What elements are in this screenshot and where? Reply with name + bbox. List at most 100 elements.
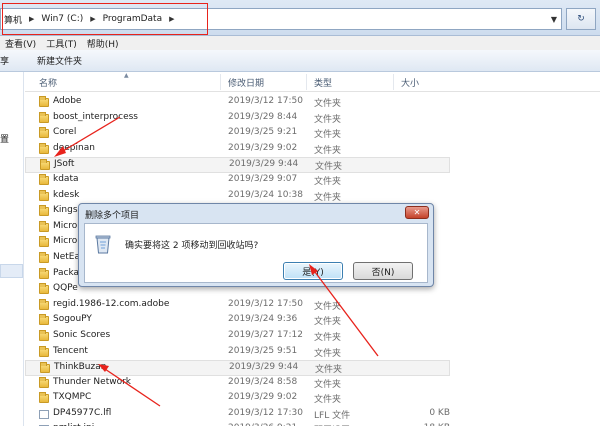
no-button[interactable]: 否(N) xyxy=(353,262,413,280)
folder-icon xyxy=(39,96,49,107)
file-row[interactable]: Corel 2019/3/25 9:21 文件夹 xyxy=(25,126,600,142)
folder-icon xyxy=(39,392,49,404)
file-row[interactable]: ThinkBuzan 2019/3/29 9:44 文件夹 xyxy=(25,360,450,376)
file-row[interactable]: deepinan 2019/3/29 9:02 文件夹 xyxy=(25,142,600,158)
yes-button[interactable]: 是(Y) xyxy=(283,262,343,280)
column-name[interactable]: 名称 xyxy=(39,76,57,89)
column-divider[interactable] xyxy=(306,74,307,90)
folder-icon xyxy=(39,314,49,326)
delete-confirm-dialog: 删除多个项目 ✕ 确实要将这 2 项移动到回收站吗? 是(Y) 否(N) xyxy=(78,203,434,287)
file-name: TXQMPC xyxy=(53,392,92,403)
sort-ascending-icon: ▲ xyxy=(124,72,129,79)
file-row[interactable]: Sonic Scores 2019/3/27 17:12 文件夹 xyxy=(25,329,600,345)
column-date[interactable]: 修改日期 xyxy=(228,76,264,89)
file-row[interactable]: Tencent 2019/3/25 9:51 文件夹 xyxy=(25,345,600,361)
folder-icon xyxy=(39,205,49,217)
folder-icon xyxy=(39,345,49,357)
file-type: 文件夹 xyxy=(314,379,342,390)
folder-icon xyxy=(39,298,49,310)
file-row[interactable]: kdesk 2019/3/24 10:38 文件夹 xyxy=(25,189,600,205)
file-name: JSoft xyxy=(54,159,75,170)
file-row[interactable]: TXQMPC 2019/3/29 9:02 文件夹 xyxy=(25,391,600,407)
file-date: 2019/3/29 9:44 xyxy=(229,362,299,373)
file-date: 2019/3/29 9:07 xyxy=(228,173,298,184)
file-name: Sonic Scores xyxy=(53,329,111,340)
navigation-pane[interactable]: 置 xyxy=(0,72,24,426)
folder-icon xyxy=(39,329,49,341)
file-type: 文件夹 xyxy=(314,176,342,187)
file-row[interactable]: Thunder Network 2019/3/24 8:58 文件夹 xyxy=(25,376,600,392)
menu-help[interactable]: 帮助(H) xyxy=(82,37,124,50)
toolbar-share-button[interactable]: 享 xyxy=(0,54,19,67)
column-header: ▲ 名称 修改日期 类型 大小 xyxy=(25,72,600,92)
folder-icon xyxy=(39,142,49,154)
file-name: NetEa xyxy=(53,251,80,262)
folder-icon xyxy=(39,376,49,388)
file-date: 2019/3/27 17:12 xyxy=(228,329,303,340)
address-bar: 算机 ▶ Win7 (C:) ▶ ProgramData ▶ ▼ ↻ xyxy=(0,0,600,36)
toolbar-new-folder-button[interactable]: 新建文件夹 xyxy=(19,54,92,67)
folder-icon xyxy=(40,159,50,171)
file-row[interactable]: Adobe 2019/3/12 17:50 文件夹 xyxy=(25,95,600,111)
file-type: 文件夹 xyxy=(314,348,342,359)
column-type[interactable]: 类型 xyxy=(314,76,332,89)
annotation-highlight-box xyxy=(2,3,208,35)
file-name: Corel xyxy=(53,127,77,138)
file-date: 2019/3/24 9:36 xyxy=(228,314,298,325)
file-type: 文件夹 xyxy=(314,317,342,328)
file-name: ThinkBuzan xyxy=(54,362,107,373)
file-name: Kings xyxy=(53,205,78,216)
nav-item-label[interactable]: 置 xyxy=(0,132,9,145)
menu-tools[interactable]: 工具(T) xyxy=(41,37,82,50)
file-row[interactable]: kdata 2019/3/29 9:07 文件夹 xyxy=(25,173,600,189)
file-type: 文件夹 xyxy=(314,145,342,156)
column-size[interactable]: 大小 xyxy=(401,76,419,89)
file-type: LFL 文件 xyxy=(314,410,351,421)
file-row[interactable]: nmlist.ini2019/3/26 9:21配置设置18 KB xyxy=(25,422,600,426)
file-date: 2019/3/24 10:38 xyxy=(228,189,303,200)
file-name: SogouPY xyxy=(53,314,92,325)
folder-icon xyxy=(40,362,50,374)
dialog-title: 删除多个项目 xyxy=(85,211,140,221)
folder-icon xyxy=(39,236,49,248)
file-type: 文件夹 xyxy=(314,332,342,343)
file-name: DP45977C.lfl xyxy=(53,407,112,418)
folder-icon xyxy=(39,127,49,139)
file-row[interactable]: DP45977C.lfl 2019/3/12 17:30 LFL 文件 0 KB xyxy=(25,407,600,423)
file-type: 文件夹 xyxy=(315,365,343,376)
file-type: 文件夹 xyxy=(315,162,343,173)
command-toolbar: 享 新建文件夹 xyxy=(0,50,600,72)
folder-icon xyxy=(39,220,49,232)
file-name: kdesk xyxy=(53,189,80,200)
file-row[interactable]: regid.1986-12.com.adobe 2019/3/12 17:50 文件… xyxy=(25,298,600,314)
folder-icon xyxy=(39,189,49,201)
file-name: regid.1986-12.com.adobe xyxy=(53,298,170,309)
file-name: Adobe xyxy=(53,96,82,106)
file-name: Tencent xyxy=(53,345,88,356)
file-date: 2019/3/25 9:51 xyxy=(228,345,298,356)
file-type: 文件夹 xyxy=(314,192,342,203)
refresh-button[interactable]: ↻ xyxy=(566,8,596,30)
address-dropdown-icon[interactable]: ▼ xyxy=(551,15,557,24)
file-row[interactable]: SogouPY 2019/3/24 9:36 文件夹 xyxy=(25,313,600,329)
menu-view[interactable]: 查看(V) xyxy=(0,37,41,50)
file-date: 2019/3/12 17:50 xyxy=(228,96,303,106)
column-divider[interactable] xyxy=(220,74,221,90)
file-row[interactable]: JSoft 2019/3/29 9:44 文件夹 xyxy=(25,157,450,173)
nav-selected-item[interactable] xyxy=(0,264,23,278)
file-row[interactable]: boost_interprocess 2019/3/29 8:44 文件夹 xyxy=(25,111,600,127)
file-type: 文件夹 xyxy=(314,301,342,312)
menu-bar: 查看(V) 工具(T) 帮助(H) xyxy=(0,36,600,50)
file-icon xyxy=(39,409,49,419)
folder-icon xyxy=(39,283,49,295)
file-type: 文件夹 xyxy=(314,130,342,141)
dialog-close-button[interactable]: ✕ xyxy=(405,206,429,219)
folder-icon xyxy=(39,173,49,185)
recycle-bin-icon xyxy=(95,235,111,254)
column-divider[interactable] xyxy=(393,74,394,90)
file-date: 2019/3/29 9:44 xyxy=(229,159,299,170)
file-date: 2019/3/29 8:44 xyxy=(228,111,298,122)
file-date: 2019/3/12 17:50 xyxy=(228,298,303,309)
dialog-body: 确实要将这 2 项移动到回收站吗? 是(Y) 否(N) xyxy=(84,223,428,283)
file-name: Packa xyxy=(53,267,80,278)
